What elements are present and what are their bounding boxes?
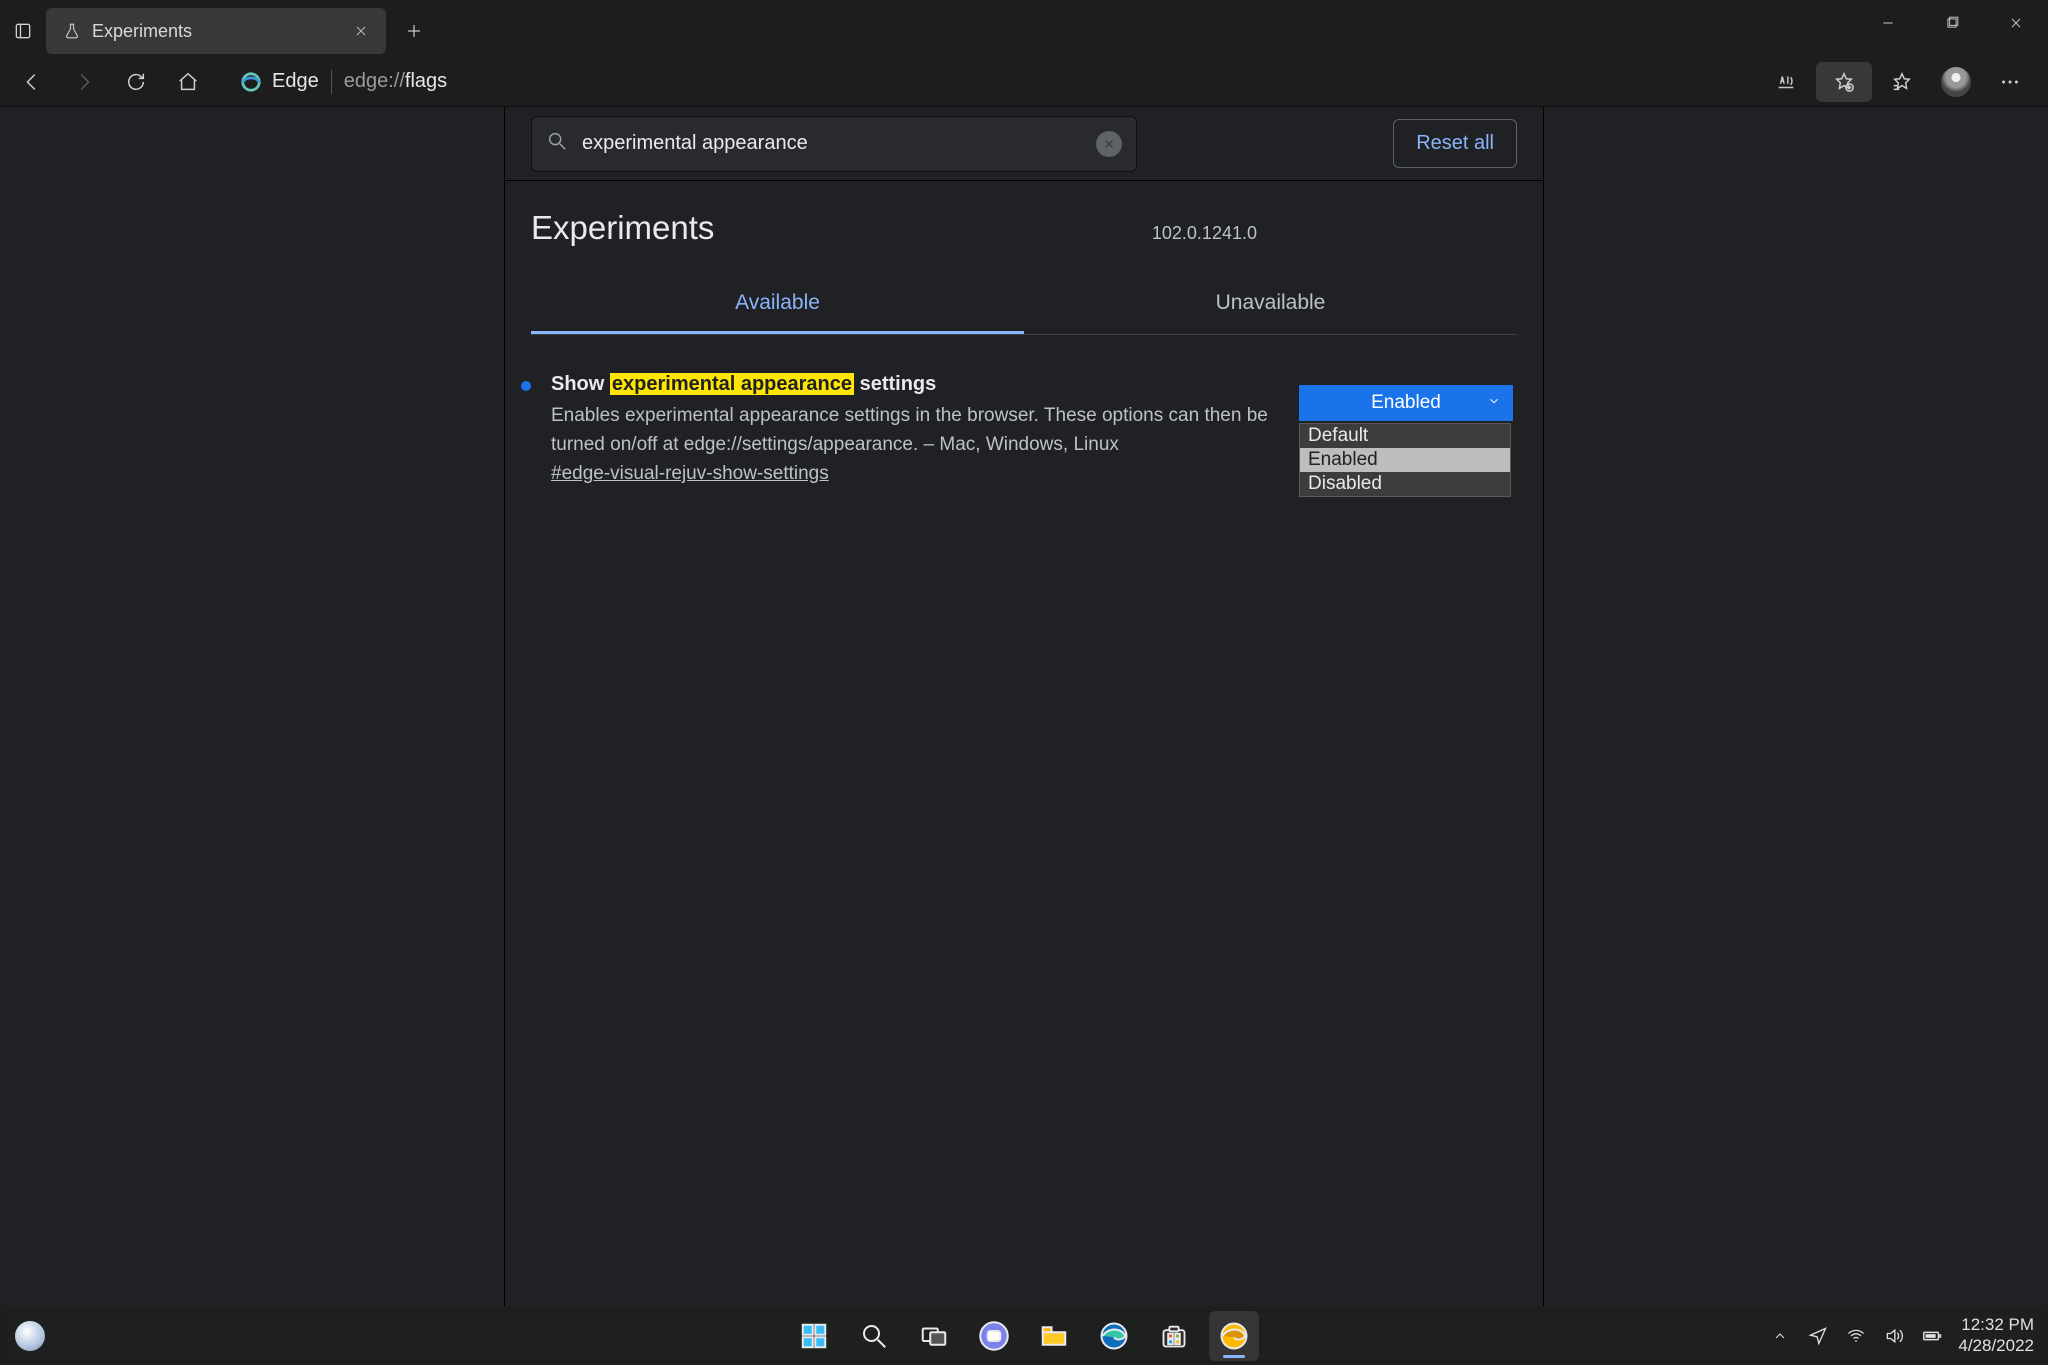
flag-title-highlight: experimental appearance <box>610 373 854 395</box>
tray-overflow[interactable] <box>1768 1324 1792 1348</box>
option-disabled[interactable]: Disabled <box>1300 472 1510 496</box>
option-enabled[interactable]: Enabled <box>1300 448 1510 472</box>
search-icon <box>546 130 568 157</box>
window-titlebar: Experiments <box>0 0 2048 57</box>
modified-indicator-icon <box>521 381 531 391</box>
flag-search-box[interactable] <box>531 116 1137 172</box>
taskbar-edge[interactable] <box>1089 1311 1139 1361</box>
browser-toolbar: Edge edge://flags <box>0 57 2048 107</box>
browser-version: 102.0.1241.0 <box>1152 223 1257 244</box>
window-maximize-button[interactable] <box>1920 0 1984 46</box>
flag-anchor-link[interactable]: #edge-visual-rejuv-show-settings <box>551 463 829 485</box>
flag-title-post: settings <box>854 373 936 395</box>
tray-clock[interactable]: 12:32 PM 4/28/2022 <box>1958 1315 2034 1356</box>
page-title: Experiments <box>531 209 714 247</box>
option-default[interactable]: Default <box>1300 424 1510 448</box>
taskbar-chat[interactable] <box>969 1311 1019 1361</box>
weather-widget[interactable] <box>15 1321 45 1351</box>
experiments-tabs: Available Unavailable <box>531 275 1517 335</box>
favorites-list-button[interactable] <box>1878 62 1926 102</box>
flag-item: Show experimental appearance settings En… <box>505 335 1543 485</box>
avatar-icon <box>1941 67 1971 97</box>
flag-search-input[interactable] <box>582 132 1082 155</box>
flag-title-pre: Show <box>551 373 610 395</box>
tray-volume-icon[interactable] <box>1882 1324 1906 1348</box>
profile-button[interactable] <box>1932 62 1980 102</box>
tab-actions-button[interactable] <box>0 8 46 54</box>
flag-state-dropdown[interactable]: Enabled <box>1299 385 1513 421</box>
taskbar-store[interactable] <box>1149 1311 1199 1361</box>
reset-all-button[interactable]: Reset all <box>1393 119 1517 168</box>
more-menu-button[interactable] <box>1986 62 2034 102</box>
refresh-button[interactable] <box>112 62 160 102</box>
tab-close-button[interactable] <box>348 18 374 44</box>
chevron-down-icon <box>1487 392 1501 414</box>
tray-location-icon[interactable] <box>1806 1324 1830 1348</box>
flag-description: Enables experimental appearance settings… <box>551 402 1311 459</box>
tab-title: Experiments <box>92 21 338 42</box>
address-url-path: flags <box>405 70 447 92</box>
read-aloud-button[interactable] <box>1762 62 1810 102</box>
flag-state-selected: Enabled <box>1371 392 1441 414</box>
address-bar[interactable]: Edge edge://flags <box>226 62 461 102</box>
flag-state-options: Default Enabled Disabled <box>1299 423 1511 497</box>
clear-search-button[interactable] <box>1096 131 1122 157</box>
tab-unavailable[interactable]: Unavailable <box>1024 275 1517 334</box>
taskbar-search[interactable] <box>849 1311 899 1361</box>
taskbar-edge-canary[interactable] <box>1209 1311 1259 1361</box>
flask-icon <box>62 21 82 41</box>
tray-date: 4/28/2022 <box>1958 1336 2034 1356</box>
address-url-scheme: edge:// <box>344 70 405 92</box>
back-button[interactable] <box>8 62 56 102</box>
flag-title: Show experimental appearance settings <box>551 373 1311 396</box>
home-button[interactable] <box>164 62 212 102</box>
favorite-button[interactable] <box>1816 62 1872 102</box>
tray-wifi-icon[interactable] <box>1844 1324 1868 1348</box>
window-close-button[interactable] <box>1984 0 2048 46</box>
address-separator <box>331 70 332 94</box>
task-view[interactable] <box>909 1311 959 1361</box>
new-tab-button[interactable] <box>392 9 436 53</box>
edge-logo-icon <box>240 71 262 93</box>
taskbar-file-explorer[interactable] <box>1029 1311 1079 1361</box>
page-content: Reset all Experiments 102.0.1241.0 Avail… <box>0 107 2048 1306</box>
forward-button <box>60 62 108 102</box>
tray-time: 12:32 PM <box>1958 1315 2034 1335</box>
address-site-label: Edge <box>272 70 319 93</box>
start-button[interactable] <box>789 1311 839 1361</box>
tray-battery-icon[interactable] <box>1920 1324 1944 1348</box>
browser-tab[interactable]: Experiments <box>46 8 386 54</box>
window-minimize-button[interactable] <box>1856 0 1920 46</box>
tab-available[interactable]: Available <box>531 275 1024 334</box>
windows-taskbar: 12:32 PM 4/28/2022 <box>0 1306 2048 1365</box>
